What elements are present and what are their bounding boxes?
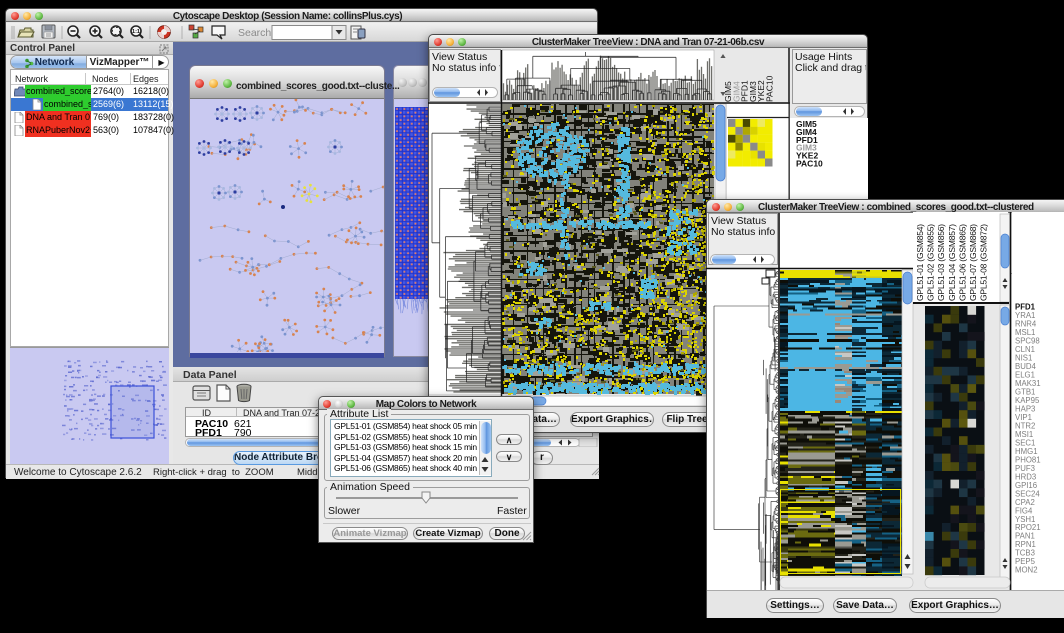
svg-text:GPL51-06 (GSM865): GPL51-06 (GSM865) [957,224,967,301]
svg-text:GPL51-07 (GSM868): GPL51-07 (GSM868) [968,224,978,301]
svg-text:GPL51-08 (GSM872): GPL51-08 (GSM872) [979,224,989,301]
svg-text:GPL51-02 (GSM855): GPL51-02 (GSM855) [926,224,936,301]
svg-text:Search:: Search: [238,27,274,39]
svg-text:GPL51-03 (GSM856): GPL51-03 (GSM856) [936,224,946,301]
svg-text:PAC10: PAC10 [765,75,775,102]
svg-text:GPL51-04 (GSM857): GPL51-04 (GSM857) [947,224,957,301]
svg-text:1:1: 1:1 [132,29,140,35]
svg-text:MON2: MON2 [1015,566,1038,575]
svg-text:PAC10: PAC10 [796,159,823,169]
svg-text:GPL51-01 (GSM854): GPL51-01 (GSM854) [915,224,925,301]
